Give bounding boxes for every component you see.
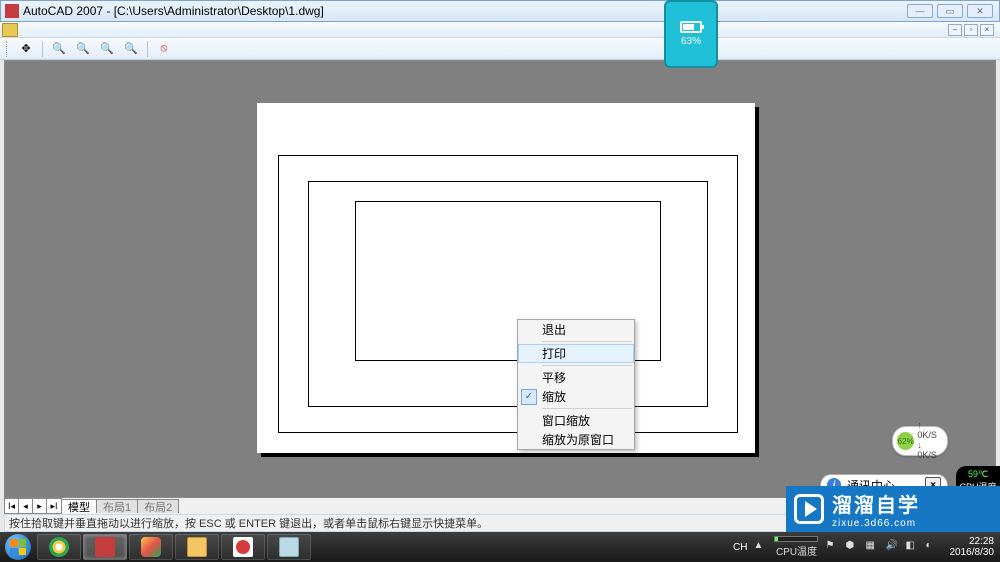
tab-layout1[interactable]: 布局1 bbox=[96, 499, 138, 513]
tab-next-icon[interactable]: ▸ bbox=[33, 499, 47, 513]
task-explorer[interactable] bbox=[175, 534, 219, 560]
menu-label: 窗口缩放 bbox=[542, 412, 590, 429]
check-icon: ✓ bbox=[521, 389, 537, 405]
minimize-button[interactable]: — bbox=[907, 4, 933, 18]
tray-network-icon[interactable]: ▦ bbox=[866, 540, 880, 554]
clock[interactable]: 22:28 2016/8/30 bbox=[950, 536, 995, 558]
mdi-close-button[interactable]: × bbox=[980, 24, 994, 36]
watermark-title: 溜溜自学 bbox=[832, 489, 920, 518]
task-chrome[interactable] bbox=[37, 534, 81, 560]
pan-icon[interactable]: ✥ bbox=[18, 41, 34, 57]
net-down: 0K/S bbox=[917, 450, 937, 460]
tray-volume-icon[interactable]: 🔊 bbox=[886, 540, 900, 554]
task-autocad[interactable] bbox=[83, 534, 127, 560]
tray-up-icon[interactable]: ▲ bbox=[754, 540, 768, 554]
window-controls: — ▭ ✕ bbox=[907, 4, 993, 18]
clock-time: 22:28 bbox=[950, 536, 995, 547]
cpu-temp-value: 59℃ bbox=[968, 469, 988, 480]
tab-label: 布局1 bbox=[103, 499, 131, 515]
mdi-controls: – ▫ × bbox=[948, 24, 994, 36]
context-menu: 退出 打印 平移 ✓ 缩放 窗口缩放 缩放为原窗口 bbox=[517, 319, 635, 450]
battery-percent: 63% bbox=[681, 36, 701, 47]
gauge-label: CPU温度 bbox=[776, 547, 817, 558]
task-app-red[interactable] bbox=[221, 534, 265, 560]
tab-label: 布局2 bbox=[144, 499, 172, 515]
toolbar-separator bbox=[42, 41, 43, 57]
watermark-url: zixue.3d66.com bbox=[832, 518, 920, 529]
app-icon bbox=[5, 4, 19, 18]
menu-item-print[interactable]: 打印 bbox=[518, 344, 634, 363]
net-speeds: ↑ 0K/S ↓ 0K/S bbox=[917, 421, 943, 461]
zoom-dropdown-icon[interactable]: 🔍 bbox=[123, 41, 139, 57]
network-widget[interactable]: 62% ↑ 0K/S ↓ 0K/S bbox=[892, 426, 948, 456]
zoom-realtime-icon[interactable]: 🔍 bbox=[51, 41, 67, 57]
menu-item-exit[interactable]: 退出 bbox=[518, 320, 634, 339]
menu-item-pan[interactable]: 平移 bbox=[518, 368, 634, 387]
menu-separator bbox=[542, 365, 632, 366]
tray-icon[interactable]: ◐ bbox=[926, 540, 940, 554]
tab-first-icon[interactable]: I◂ bbox=[5, 499, 19, 513]
mdi-restore-button[interactable]: ▫ bbox=[964, 24, 978, 36]
menu-item-zoom-window[interactable]: 窗口缩放 bbox=[518, 411, 634, 430]
tray-icon[interactable]: ⬢ bbox=[846, 540, 860, 554]
taskbar: CH ▲ CPU温度 ⚑ ⬢ ▦ 🔊 ◧ ◐ 22:28 2016/8/30 bbox=[0, 532, 1000, 562]
tab-model[interactable]: 模型 bbox=[61, 499, 97, 513]
start-button[interactable] bbox=[0, 532, 36, 562]
close-button[interactable]: ✕ bbox=[967, 4, 993, 18]
tab-label: 模型 bbox=[68, 499, 90, 515]
menu-item-zoom-original[interactable]: 缩放为原窗口 bbox=[518, 430, 634, 449]
menu-separator bbox=[542, 341, 632, 342]
menu-label: 缩放 bbox=[542, 388, 566, 405]
task-app-card[interactable] bbox=[267, 534, 311, 560]
watermark: 溜溜自学 zixue.3d66.com bbox=[786, 486, 1000, 532]
cancel-icon[interactable]: ⦸ bbox=[156, 41, 172, 57]
window-title: AutoCAD 2007 - [C:\Users\Administrator\D… bbox=[23, 4, 907, 18]
ime-indicator[interactable]: CH bbox=[733, 542, 747, 553]
menu-item-zoom[interactable]: ✓ 缩放 bbox=[518, 387, 634, 406]
zoom-window-icon[interactable]: 🔍 bbox=[75, 41, 91, 57]
battery-icon bbox=[680, 21, 702, 33]
menu-label: 打印 bbox=[542, 345, 566, 362]
menu-separator bbox=[542, 408, 632, 409]
net-percent: 62% bbox=[897, 432, 914, 450]
play-icon bbox=[794, 494, 824, 524]
menu-label: 平移 bbox=[542, 369, 566, 386]
tab-last-icon[interactable]: ▸I bbox=[47, 499, 61, 513]
toolbar-grip[interactable] bbox=[6, 41, 10, 57]
tray-icon[interactable]: ⚑ bbox=[826, 540, 840, 554]
tab-nav: I◂ ◂ ▸ ▸I bbox=[4, 498, 62, 514]
mdi-minimize-button[interactable]: – bbox=[948, 24, 962, 36]
net-up: 0K/S bbox=[917, 430, 937, 440]
menu-bar: – ▫ × bbox=[0, 22, 1000, 38]
window-titlebar: AutoCAD 2007 - [C:\Users\Administrator\D… bbox=[0, 0, 1000, 22]
task-paint[interactable] bbox=[129, 534, 173, 560]
tab-layout2[interactable]: 布局2 bbox=[137, 499, 179, 513]
zoom-previous-icon[interactable]: 🔍 bbox=[99, 41, 115, 57]
tab-prev-icon[interactable]: ◂ bbox=[19, 499, 33, 513]
cpu-gauge[interactable]: CPU温度 bbox=[774, 536, 820, 558]
menu-label: 退出 bbox=[542, 321, 566, 338]
system-tray: CH ▲ CPU温度 ⚑ ⬢ ▦ 🔊 ◧ ◐ 22:28 2016/8/30 bbox=[733, 536, 1000, 558]
maximize-button[interactable]: ▭ bbox=[937, 4, 963, 18]
file-icon[interactable] bbox=[2, 23, 18, 37]
toolbar-separator bbox=[147, 41, 148, 57]
phone-overlay: 63% bbox=[664, 0, 718, 68]
status-text: 按住拾取键并垂直拖动以进行缩放，按 ESC 或 ENTER 键退出，或者单击鼠标… bbox=[9, 515, 488, 531]
clock-date: 2016/8/30 bbox=[950, 547, 995, 558]
tray-icon[interactable]: ◧ bbox=[906, 540, 920, 554]
drawing-canvas[interactable]: 退出 打印 平移 ✓ 缩放 窗口缩放 缩放为原窗口 bbox=[4, 60, 996, 498]
menu-label: 缩放为原窗口 bbox=[542, 431, 614, 448]
toolbar: ✥ 🔍 🔍 🔍 🔍 ⦸ bbox=[0, 38, 1000, 60]
